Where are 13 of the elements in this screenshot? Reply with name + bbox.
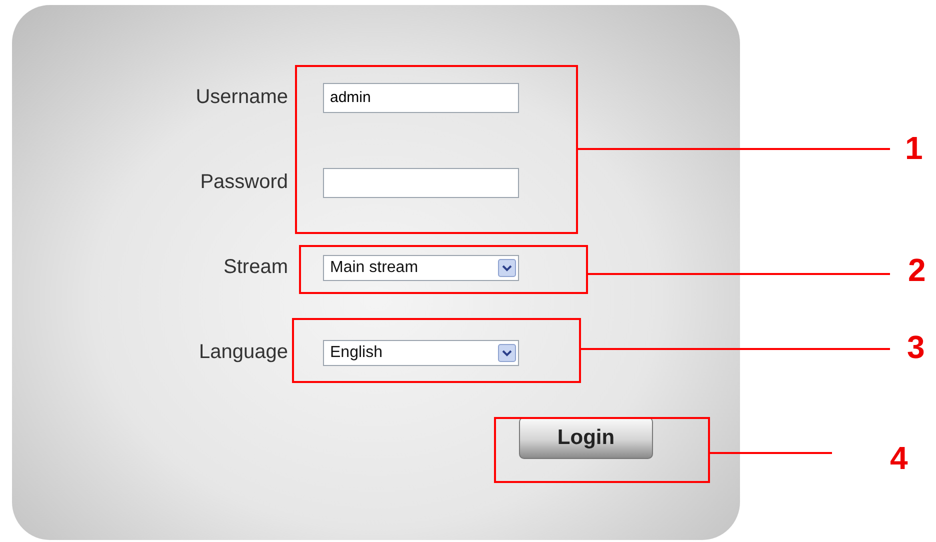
- login-button[interactable]: Login: [519, 416, 653, 458]
- callout-number: 4: [890, 440, 908, 477]
- callout-number: 2: [908, 252, 926, 289]
- dropdown[interactable]: Main stream: [323, 254, 519, 280]
- callout-number: 3: [907, 329, 925, 366]
- dropdown[interactable]: English: [323, 340, 519, 366]
- callout-number: 1: [905, 130, 923, 167]
- field-label: Stream: [224, 256, 288, 279]
- field-label: Username: [196, 86, 288, 109]
- password-field[interactable]: [323, 168, 519, 198]
- text-field[interactable]: admin: [323, 82, 519, 112]
- field-label: Language: [199, 341, 288, 364]
- field-label: Password: [200, 171, 288, 194]
